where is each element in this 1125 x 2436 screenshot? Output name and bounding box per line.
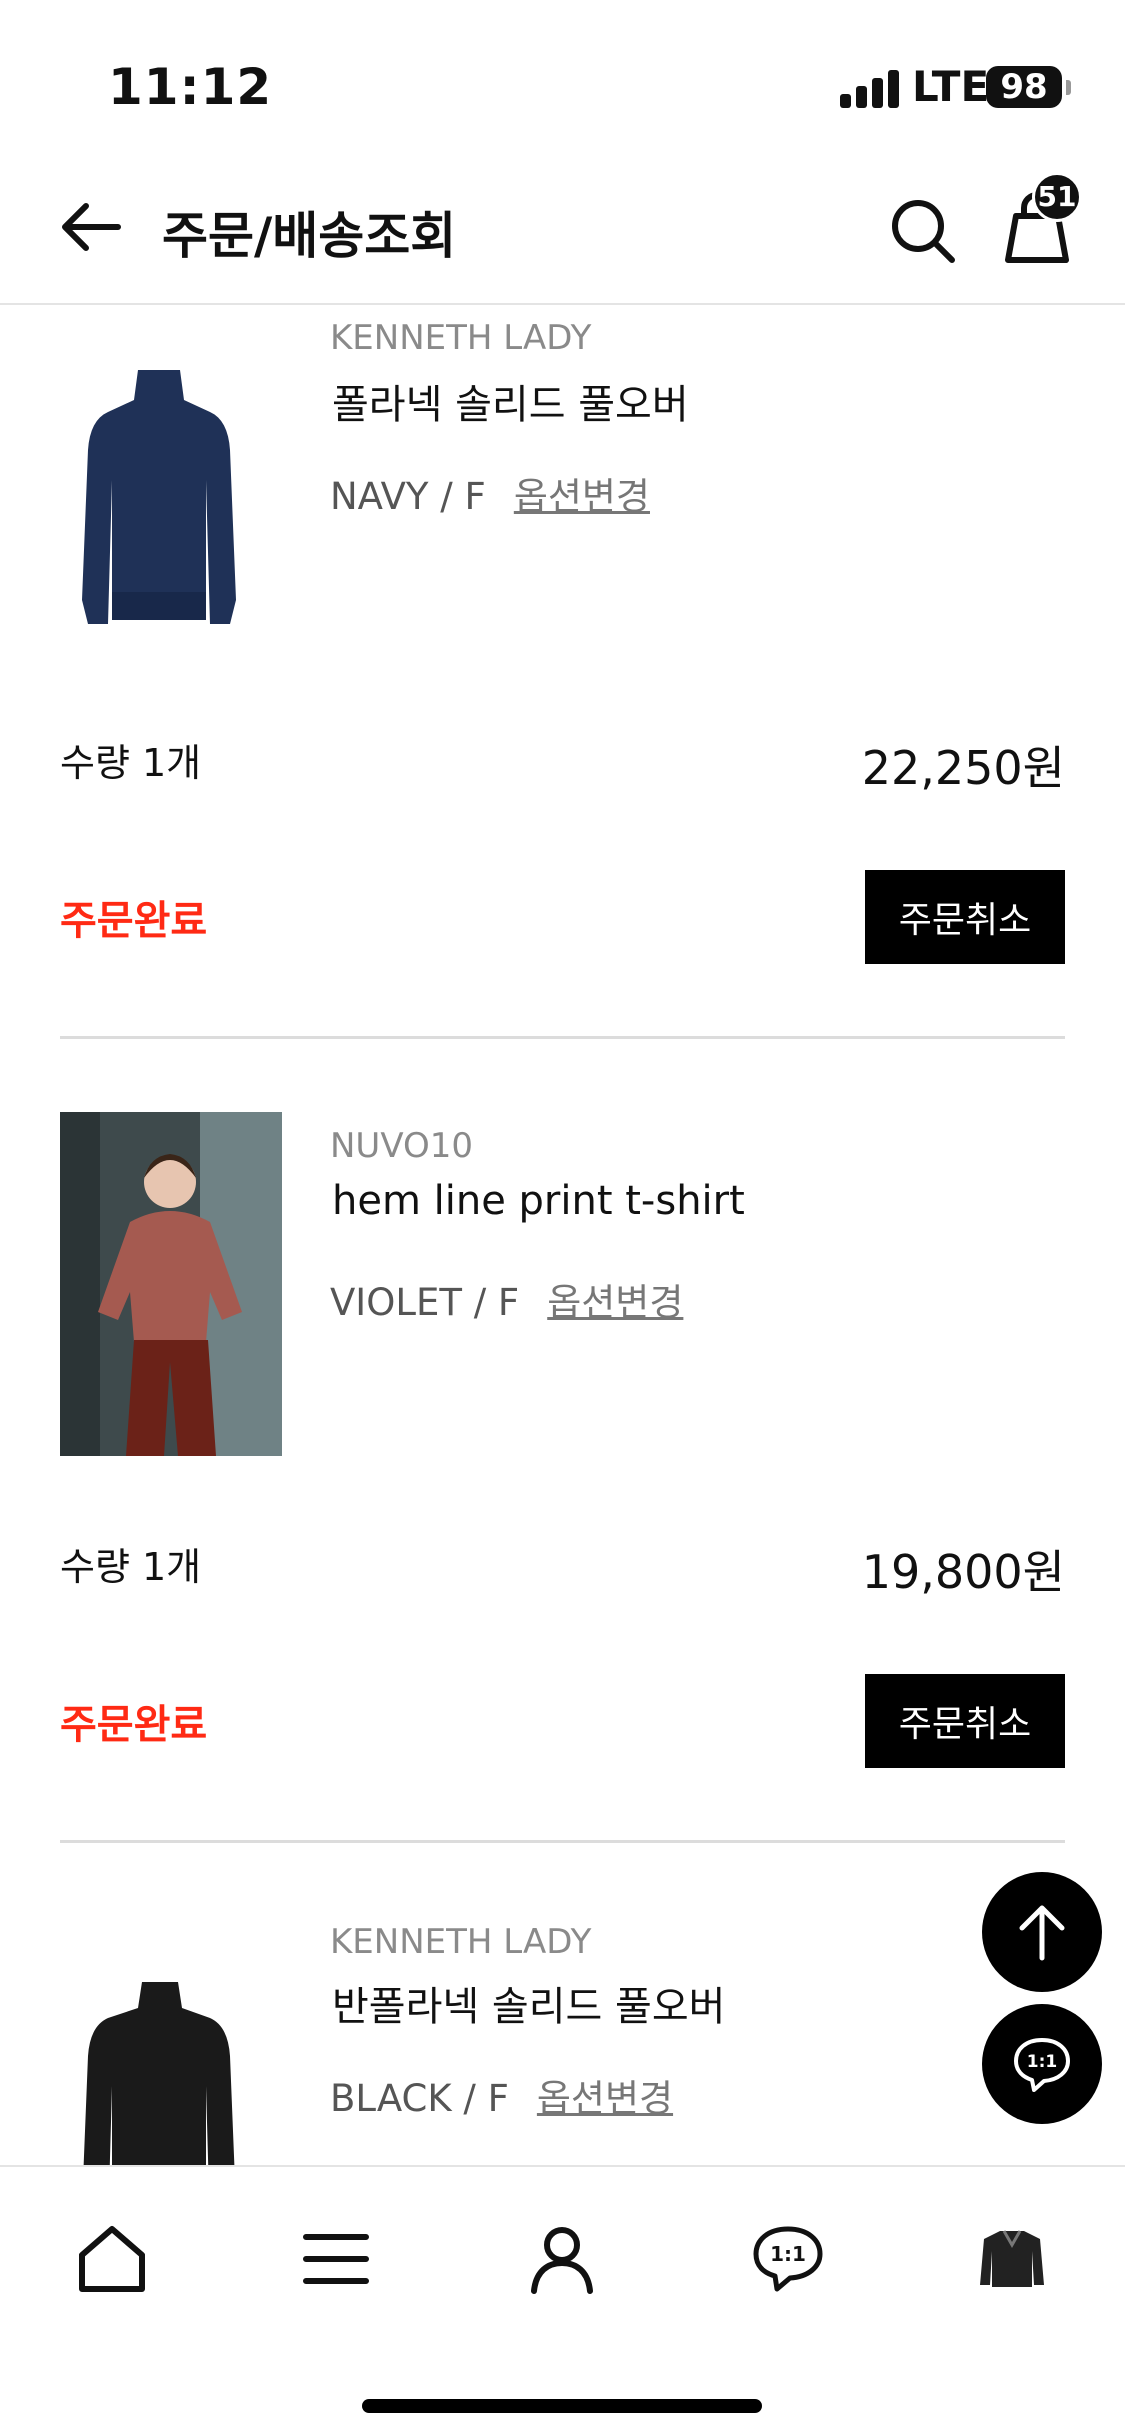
product-name[interactable]: 폴라넥 솔리드 풀오버	[332, 372, 689, 430]
search-icon[interactable]	[888, 196, 958, 266]
nav-chat-label: 1:1	[770, 2242, 806, 2266]
network-label: LTE	[912, 62, 990, 111]
price: 22,250원	[861, 741, 1065, 795]
status-bar: 11:12 LTE 98	[0, 0, 1125, 150]
cancel-order-button[interactable]: 주문취소	[865, 1674, 1065, 1768]
chat-1on1-icon: 1:1	[753, 2226, 823, 2292]
nav-home[interactable]	[72, 2219, 152, 2299]
brand-name: KENNETH LADY	[330, 1922, 592, 1962]
option-change-link[interactable]: 옵션변경	[514, 475, 650, 518]
option-value: VIOLET / F	[330, 1281, 520, 1324]
nav-mypage[interactable]	[522, 2219, 602, 2299]
bottom-navigation: 1:1	[0, 2165, 1125, 2436]
signal-icon	[840, 68, 900, 108]
chat-1on1-icon: 1:1	[1014, 2038, 1070, 2092]
chat-1on1-button[interactable]: 1:1	[982, 2004, 1102, 2124]
battery-icon: 98	[986, 66, 1062, 108]
scroll-top-button[interactable]	[982, 1872, 1102, 1992]
option-change-link[interactable]: 옵션변경	[547, 1281, 683, 1324]
quantity: 수량 1개	[60, 1545, 202, 1589]
order-status: 주문완료	[60, 898, 208, 944]
nav-menu[interactable]	[296, 2219, 376, 2299]
option-value: BLACK / F	[330, 2077, 509, 2120]
product-name[interactable]: hem line print t-shirt	[332, 1178, 745, 1224]
quantity: 수량 1개	[60, 741, 202, 785]
divider	[60, 1036, 1065, 1039]
battery-cap	[1066, 80, 1071, 95]
option-line: NAVY / F 옵션변경	[330, 466, 650, 520]
product-thumbnail[interactable]	[60, 1112, 282, 1456]
home-icon	[79, 2226, 145, 2292]
status-time: 11:12	[108, 58, 273, 116]
cart-count-badge: 51	[1032, 172, 1082, 222]
back-arrow-icon[interactable]	[56, 192, 126, 262]
divider	[60, 1840, 1065, 1843]
option-change-link[interactable]: 옵션변경	[537, 2077, 673, 2120]
brand-name: KENNETH LADY	[330, 318, 592, 358]
app-header: 주문/배송조회 51	[0, 150, 1125, 305]
nav-recent-item[interactable]	[972, 2219, 1052, 2299]
product-thumbnail[interactable]	[60, 330, 282, 674]
option-value: NAVY / F	[330, 475, 486, 518]
nav-chat[interactable]: 1:1	[748, 2219, 828, 2299]
page-title: 주문/배송조회	[162, 207, 457, 265]
cancel-order-button[interactable]: 주문취소	[865, 870, 1065, 964]
recent-item-icon	[980, 2230, 1044, 2287]
order-tracking-screen: 11:12 LTE 98 주문/배송조회 51 KENNETH LADY 폴라넥…	[0, 0, 1125, 2436]
chat-label: 1:1	[1027, 2052, 1057, 2072]
option-line: BLACK / F 옵션변경	[330, 2068, 673, 2122]
home-indicator	[362, 2399, 762, 2413]
order-status: 주문완료	[60, 1702, 208, 1748]
brand-name: NUVO10	[330, 1126, 474, 1166]
product-name[interactable]: 반폴라넥 솔리드 풀오버	[332, 1974, 725, 2032]
option-line: VIOLET / F 옵션변경	[330, 1272, 683, 1326]
user-icon	[531, 2227, 593, 2294]
arrow-up-icon	[1019, 1905, 1065, 1961]
price: 19,800원	[861, 1545, 1065, 1599]
menu-icon	[303, 2234, 369, 2284]
